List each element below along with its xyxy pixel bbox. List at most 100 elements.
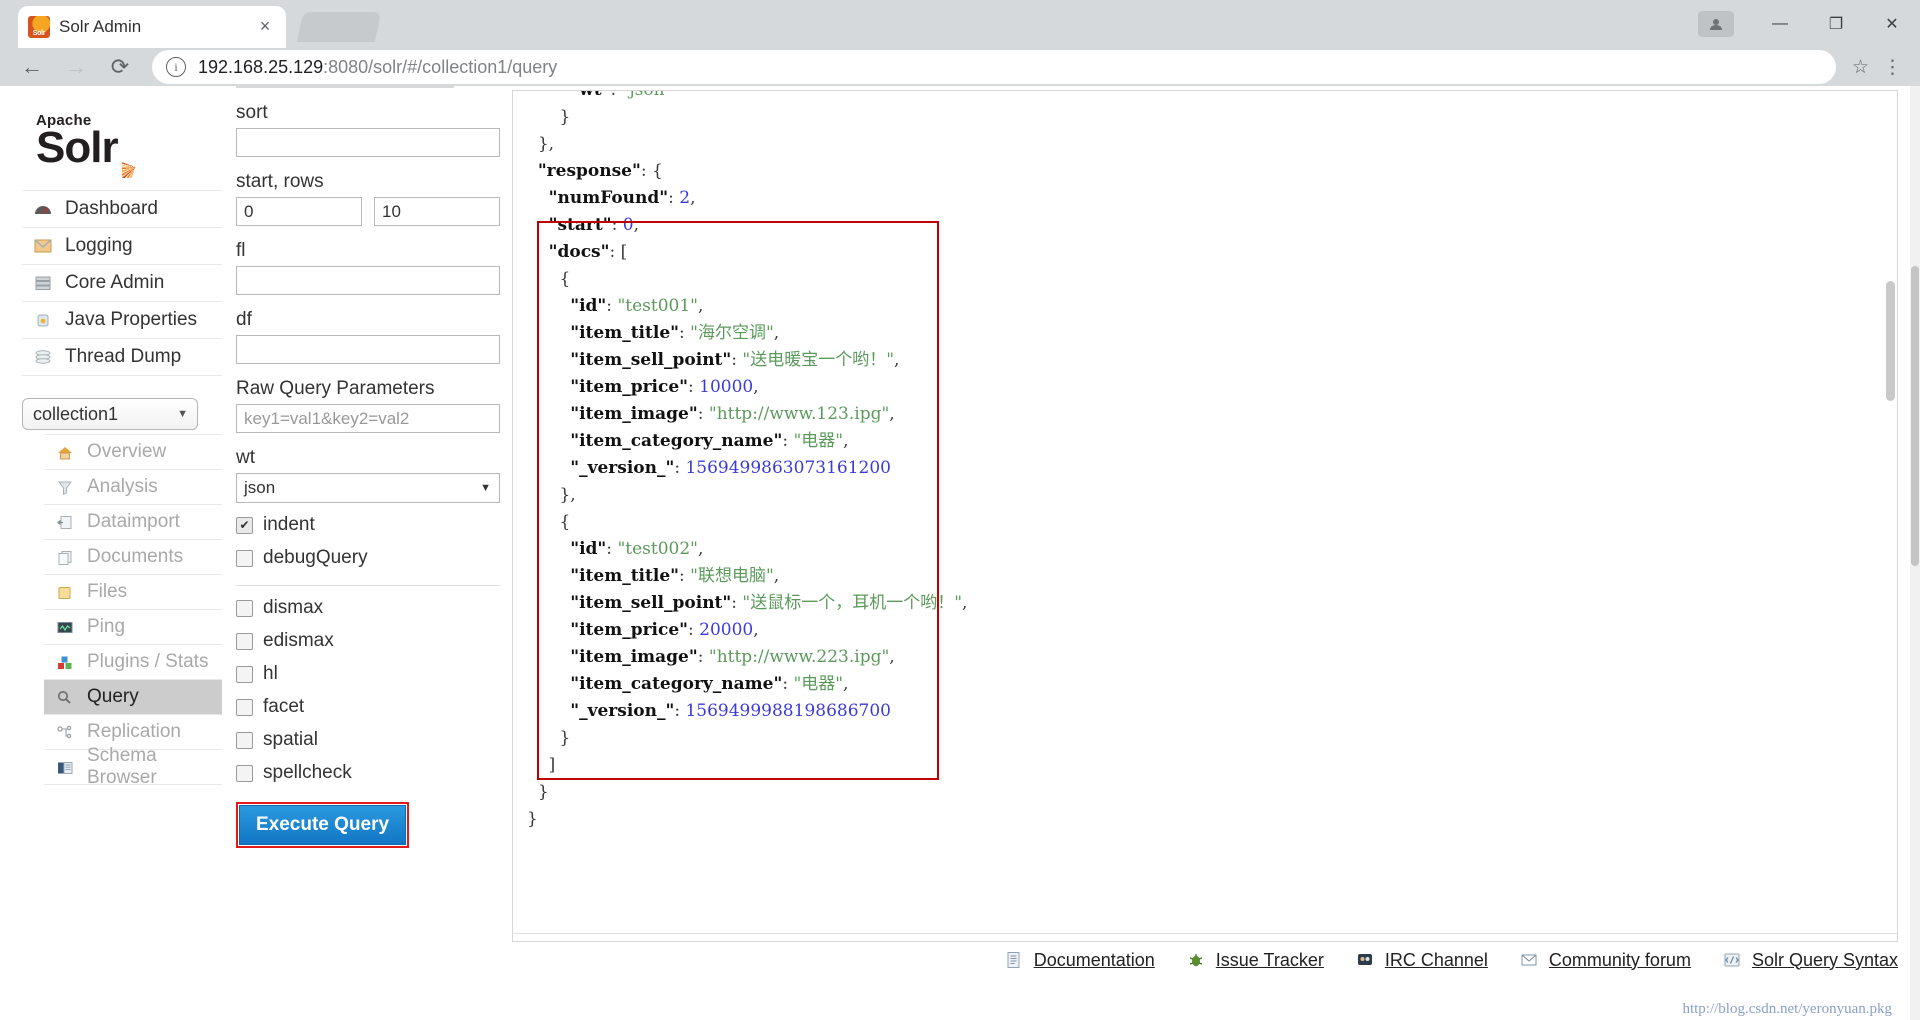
raw-query-parameters-input[interactable]: key1=val1&key2=val2 — [236, 404, 500, 433]
sidebar-item-label: Documents — [87, 546, 184, 567]
json-token: "http://www.223.ipg" — [708, 647, 890, 667]
core-selector-value: collection1 — [33, 403, 119, 424]
json-token: , — [753, 377, 759, 397]
checkbox-facet[interactable]: facet — [236, 696, 511, 718]
avatar[interactable] — [1698, 11, 1734, 37]
json-token: : — [668, 188, 680, 208]
new-tab-button[interactable] — [296, 12, 382, 42]
json-line: { — [527, 509, 1887, 536]
sidebar-item-core-admin[interactable]: Core Admin — [22, 264, 222, 301]
checkbox-edismax[interactable]: edismax — [236, 630, 511, 652]
checkbox-box[interactable] — [236, 549, 253, 567]
checkbox-spellcheck[interactable]: spellcheck — [236, 762, 511, 784]
json-response[interactable]: "wt": "json" } }, "response": { "numFoun… — [527, 90, 1887, 833]
checkbox-hl[interactable]: hl — [236, 663, 511, 685]
page-scrollbar[interactable] — [1910, 86, 1920, 1020]
checkbox-dismax[interactable]: dismax — [236, 597, 511, 619]
checkbox-spatial[interactable]: spatial — [236, 729, 511, 751]
df-label: df — [236, 309, 252, 330]
core-nav: Overview Analysis Dataimport Documents F… — [44, 434, 222, 788]
window-close-button[interactable]: ✕ — [1864, 4, 1920, 44]
back-icon[interactable]: ← — [10, 50, 54, 84]
footer-link-label: Community forum — [1548, 949, 1691, 970]
footer-link-documentation[interactable]: Documentation — [1003, 950, 1155, 971]
json-token: "item_category_name" — [570, 431, 783, 451]
forward-icon[interactable]: → — [54, 50, 98, 84]
footer-link-solr-query-syntax[interactable]: Solr Query Syntax — [1721, 950, 1898, 971]
checkbox-box[interactable] — [236, 632, 253, 650]
json-token: , — [690, 188, 696, 208]
checkbox-label: facet — [263, 696, 305, 717]
json-token: "item_title" — [570, 566, 679, 586]
minimize-button[interactable]: — — [1752, 4, 1808, 44]
wt-select[interactable]: json ▼ — [236, 473, 500, 503]
json-token: , — [773, 566, 780, 586]
raw-query-parameters-label: Raw Query Parameters — [236, 378, 435, 399]
browser-menu-icon[interactable]: ⋮ — [1875, 56, 1910, 79]
sort-input[interactable] — [236, 128, 500, 157]
sidebar-item-java-properties[interactable]: Java Properties — [22, 301, 222, 338]
checkbox-box[interactable] — [236, 698, 253, 716]
fl-input[interactable] — [236, 266, 500, 295]
sidebar-item-query[interactable]: Query — [44, 679, 222, 714]
chevron-down-icon[interactable]: ▼ — [177, 408, 188, 420]
footer-link-irc-channel[interactable]: IRC Channel — [1354, 950, 1488, 971]
sidebar-item-thread-dump[interactable]: Thread Dump — [22, 338, 222, 376]
sidebar-item-overview[interactable]: Overview — [44, 434, 222, 469]
core-admin-icon — [30, 272, 56, 294]
address-bar[interactable]: i 192.168.25.129:8080/solr/#/collection1… — [152, 50, 1836, 84]
execute-query-highlight: Execute Query — [236, 802, 410, 848]
checkbox-label: debugQuery — [263, 547, 368, 568]
json-token: "电器" — [793, 431, 844, 451]
replication-icon — [52, 721, 78, 743]
json-token: , — [962, 593, 968, 613]
sidebar-item-dashboard[interactable]: Dashboard — [22, 190, 222, 227]
close-icon[interactable]: × — [254, 16, 276, 38]
page-scrollbar-thumb[interactable] — [1911, 266, 1919, 566]
checkbox-label: indent — [263, 514, 315, 535]
sidebar-item-files[interactable]: Files — [44, 574, 222, 609]
checkbox-indent[interactable]: ✔ indent — [236, 514, 511, 536]
checkbox-box[interactable] — [236, 764, 253, 782]
reload-icon[interactable]: ⟳ — [98, 50, 142, 84]
browser-tab[interactable]: Solr Admin × — [18, 6, 286, 48]
response-scrollbar[interactable] — [1886, 281, 1895, 401]
sidebar-item-documents[interactable]: Documents — [44, 539, 222, 574]
json-token: 10000 — [699, 377, 754, 397]
checkbox-box[interactable] — [236, 599, 253, 617]
df-input[interactable] — [236, 335, 500, 364]
start-input[interactable]: 0 — [236, 197, 362, 226]
checkbox-debugquery[interactable]: debugQuery — [236, 547, 511, 569]
mail-icon — [1518, 950, 1540, 970]
json-token: : — [610, 90, 622, 100]
sidebar-item-dataimport[interactable]: Dataimport — [44, 504, 222, 539]
checkbox-box[interactable]: ✔ — [236, 516, 253, 534]
dashboard-icon — [30, 198, 56, 220]
core-selector[interactable]: collection1 ▼ — [22, 398, 198, 430]
checkbox-label: dismax — [263, 597, 324, 618]
sidebar-item-analysis[interactable]: Analysis — [44, 469, 222, 504]
execute-query-button[interactable]: Execute Query — [239, 805, 407, 845]
info-icon[interactable]: i — [166, 57, 186, 77]
rows-input[interactable]: 10 — [374, 197, 500, 226]
footer-link-issue-tracker[interactable]: Issue Tracker — [1185, 950, 1324, 971]
sidebar-item-logging[interactable]: Logging — [22, 227, 222, 264]
chevron-down-icon[interactable]: ▼ — [480, 482, 491, 494]
syntax-icon — [1721, 950, 1743, 970]
json-token: } — [559, 107, 571, 127]
checkbox-label: edismax — [263, 630, 334, 651]
checkbox-box[interactable] — [236, 665, 253, 683]
footer-link-community-forum[interactable]: Community forum — [1518, 950, 1691, 971]
solr-logo[interactable]: Apache Solr — [22, 86, 222, 182]
checkbox-box[interactable] — [236, 731, 253, 749]
json-line: "docs": [ — [527, 239, 1887, 266]
sidebar-item-ping[interactable]: Ping — [44, 609, 222, 644]
sidebar-item-replication[interactable]: Replication — [44, 714, 222, 749]
maximize-button[interactable]: ❐ — [1808, 4, 1864, 44]
sidebar-item-plugins-stats[interactable]: Plugins / Stats — [44, 644, 222, 679]
checkbox-divider — [236, 585, 500, 586]
sidebar-item-schema-browser[interactable]: Schema Browser — [44, 745, 222, 788]
query-form: sort start, rows 0 10 fl df Raw Query Pa… — [236, 86, 511, 848]
bookmark-star-icon[interactable]: ☆ — [1846, 56, 1875, 79]
document-icon — [1003, 950, 1025, 970]
